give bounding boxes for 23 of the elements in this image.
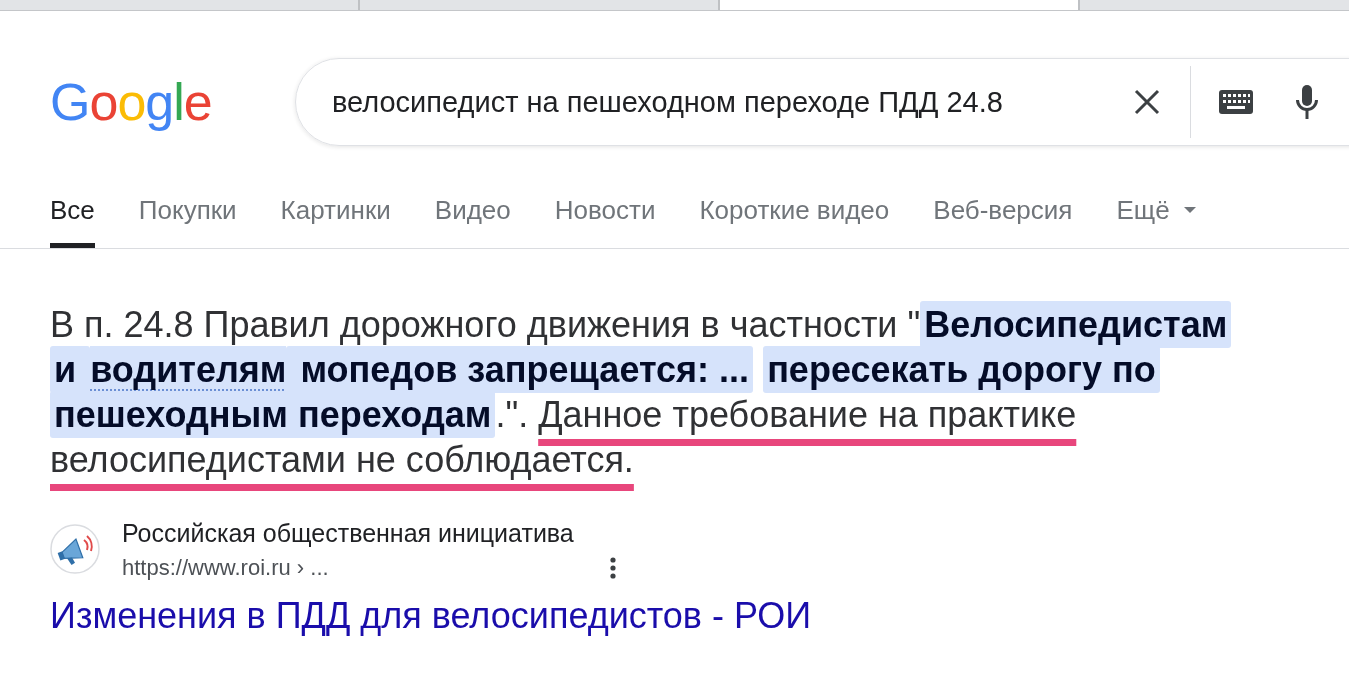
more-options-button[interactable] bbox=[610, 557, 616, 579]
keyboard-button[interactable] bbox=[1219, 90, 1253, 114]
site-url[interactable]: https://www.roi.ru › ... bbox=[122, 555, 329, 581]
search-tab[interactable]: Веб-версия bbox=[933, 195, 1073, 248]
search-tab[interactable]: Видео bbox=[434, 195, 511, 248]
result-title-link[interactable]: Изменения в ПДД для велосипедистов - РОИ bbox=[50, 594, 812, 638]
search-tab[interactable]: Ещё bbox=[1116, 195, 1196, 248]
microphone-icon bbox=[1295, 85, 1319, 119]
search-tab[interactable]: Картинки bbox=[280, 195, 391, 248]
logo[interactable]: Google bbox=[50, 73, 214, 131]
site-name[interactable]: Российская общественная инициатива bbox=[122, 518, 622, 548]
search-tab[interactable]: Короткие видео bbox=[699, 195, 890, 248]
keyboard-icon bbox=[1219, 90, 1253, 114]
voice-search-button[interactable] bbox=[1295, 85, 1319, 119]
search-tab[interactable]: Новости bbox=[554, 195, 656, 248]
vertical-dots-icon bbox=[610, 557, 616, 579]
clear-button[interactable] bbox=[1132, 87, 1162, 117]
search-tab[interactable]: Все bbox=[50, 195, 95, 248]
search-tab[interactable]: Покупки bbox=[138, 195, 237, 248]
search-field[interactable]: велосипедист на пешеходном переходе ПДД 24.8 bbox=[332, 81, 1128, 123]
close-icon bbox=[1134, 89, 1160, 115]
caret-icon bbox=[1183, 207, 1196, 213]
megaphone-icon bbox=[50, 524, 100, 574]
